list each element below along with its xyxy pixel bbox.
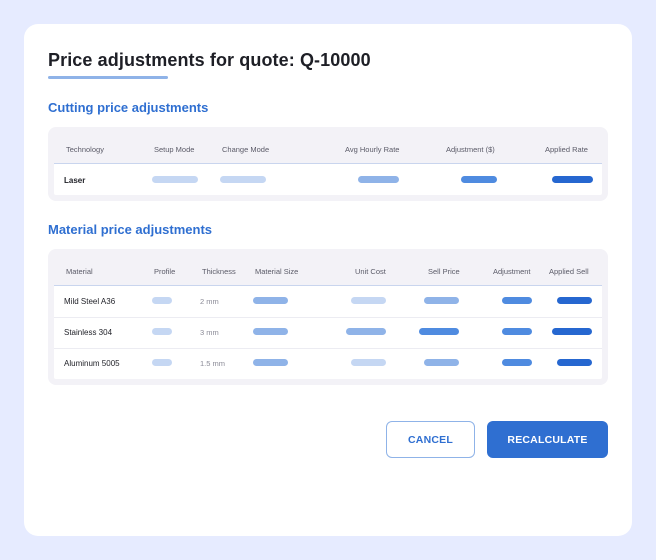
header-profile: Profile: [154, 267, 176, 276]
header-adjustment: Adjustment: [493, 267, 531, 276]
material-cell: Stainless 304: [64, 328, 113, 337]
sell-price-value: [424, 359, 459, 366]
header-divider: [54, 285, 602, 286]
header-material-size: Material Size: [255, 267, 299, 276]
row-divider: [54, 317, 602, 318]
sell-price-value: [424, 297, 459, 304]
unit-cost-value: [346, 328, 386, 335]
avg-hourly-rate-value: [358, 176, 399, 183]
applied-sell-value: [557, 297, 592, 304]
adjustment-field[interactable]: [502, 297, 532, 304]
technology-cell: Laser: [64, 176, 86, 185]
header-thickness: Thickness: [202, 267, 236, 276]
modal-title: Price adjustments for quote: Q-10000: [48, 50, 371, 70]
material-cell: Mild Steel A36: [64, 297, 116, 306]
unit-cost-value: [351, 359, 386, 366]
applied-sell-value: [552, 328, 592, 335]
material-cell: Aluminum 5005: [64, 359, 120, 368]
cancel-button[interactable]: CANCEL: [386, 421, 475, 458]
cutting-table-body: [54, 163, 602, 195]
material-size-field[interactable]: [253, 359, 288, 366]
header-adjustment: Adjustment ($): [446, 145, 495, 154]
header-technology: Technology: [66, 145, 104, 154]
change-mode-field[interactable]: [220, 176, 266, 183]
sell-price-value: [419, 328, 459, 335]
adjustment-field[interactable]: [502, 359, 532, 366]
material-size-field[interactable]: [253, 328, 288, 335]
adjustment-field[interactable]: [502, 328, 532, 335]
title-underline: [48, 76, 168, 79]
profile-field[interactable]: [152, 359, 172, 366]
thickness-cell: 2 mm: [200, 297, 219, 306]
applied-rate-value: [552, 176, 593, 183]
header-applied-sell: Applied Sell: [549, 267, 589, 276]
header-unit-cost: Unit Cost: [355, 267, 386, 276]
thickness-cell: 3 mm: [200, 328, 219, 337]
cutting-table: Technology Setup Mode Change Mode Avg Ho…: [48, 127, 608, 201]
header-setup-mode: Setup Mode: [154, 145, 195, 154]
material-size-field[interactable]: [253, 297, 288, 304]
thickness-cell: 1.5 mm: [200, 359, 226, 368]
recalculate-button[interactable]: RECALCULATE: [487, 421, 608, 458]
cutting-section-title: Cutting price adjustments: [48, 100, 209, 115]
header-avg-hourly-rate: Avg Hourly Rate: [345, 145, 400, 154]
price-adjustments-modal: Price adjustments for quote: Q-10000 Cut…: [24, 24, 632, 536]
header-material: Material: [66, 267, 93, 276]
unit-cost-value: [351, 297, 386, 304]
setup-mode-field[interactable]: [152, 176, 198, 183]
row-divider: [54, 348, 602, 349]
adjustment-field[interactable]: [461, 176, 497, 183]
header-divider: [54, 163, 602, 164]
header-change-mode: Change Mode: [222, 145, 270, 154]
header-sell-price: Sell Price: [428, 267, 460, 276]
profile-field[interactable]: [152, 297, 172, 304]
material-table: Material Profile Thickness Material Size…: [48, 249, 608, 385]
profile-field[interactable]: [152, 328, 172, 335]
applied-sell-value: [557, 359, 592, 366]
header-applied-rate: Applied Rate: [545, 145, 588, 154]
material-section-title: Material price adjustments: [48, 222, 212, 237]
